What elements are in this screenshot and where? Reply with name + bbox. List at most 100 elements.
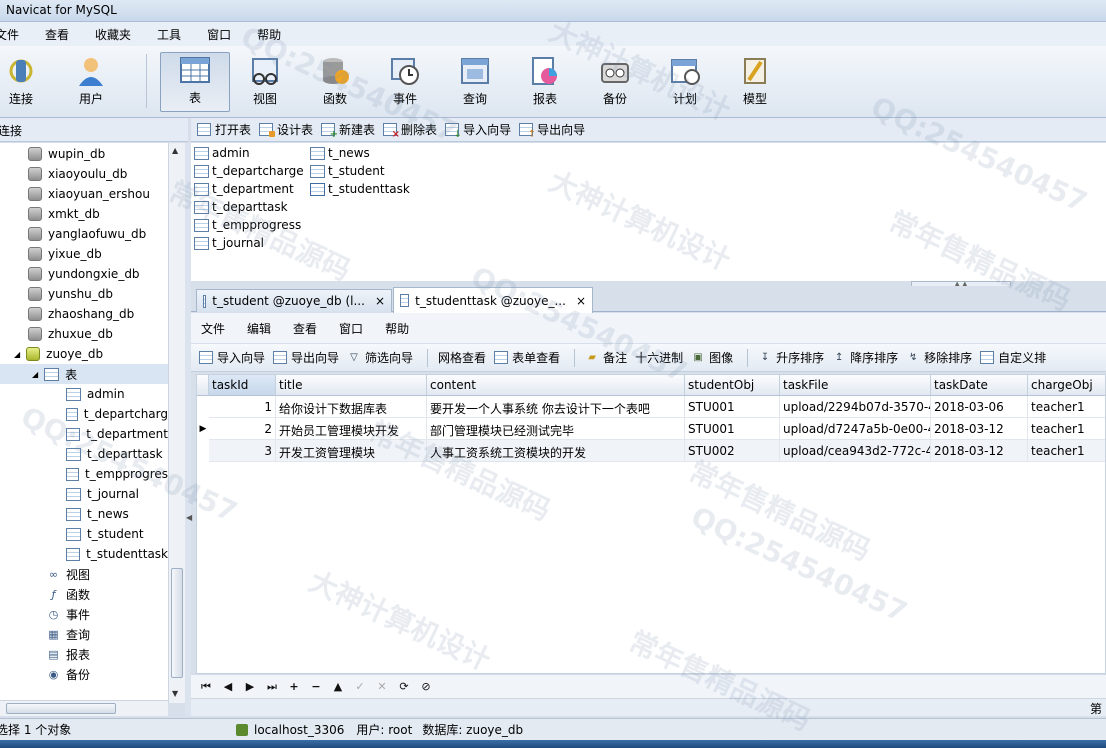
scroll-thumb[interactable] (6, 703, 116, 714)
row-selector[interactable] (197, 396, 209, 418)
tree-node-events[interactable]: ◷ 事件 (0, 604, 168, 624)
row-selector[interactable] (197, 440, 209, 462)
sort-ascending-button[interactable]: ↧ 升序排序 (758, 349, 824, 366)
cell-studentobj[interactable]: STU001 (685, 396, 780, 418)
edit-record-icon[interactable]: ▲ (327, 680, 349, 693)
cell-taskdate[interactable]: 2018-03-12 (931, 418, 1028, 440)
report-button[interactable]: 报表 (512, 54, 578, 112)
refresh-icon[interactable]: ⟳ (393, 680, 415, 693)
menu-favorites[interactable]: 收藏夹 (82, 26, 144, 43)
tree-db-xiaoyuan-ershou[interactable]: xiaoyuan_ershou (0, 184, 168, 204)
stop-icon[interactable]: ⊘ (415, 680, 437, 693)
editor-menu-file[interactable]: 文件 (201, 320, 225, 337)
scroll-thumb[interactable] (171, 568, 183, 678)
column-header-chargeobj[interactable]: chargeObj (1028, 375, 1105, 396)
cell-title[interactable]: 给你设计下数据库表 (276, 396, 427, 418)
discard-changes-icon[interactable]: ✕ (371, 680, 393, 693)
function-button[interactable]: 函数 (302, 54, 368, 112)
column-header-studentobj[interactable]: studentObj (685, 375, 780, 396)
cell-taskid[interactable]: 2 (209, 418, 276, 440)
cell-content[interactable]: 部门管理模块已经测试完毕 (427, 418, 685, 440)
menu-file[interactable]: 文件 (0, 26, 32, 43)
form-view-button[interactable]: 表单查看 (494, 349, 560, 366)
scroll-down-arrow-icon[interactable]: ▼ (172, 689, 178, 698)
delete-record-icon[interactable]: − (305, 680, 327, 693)
cell-chargeobj[interactable]: teacher1 (1028, 418, 1105, 440)
current-row-marker-icon[interactable]: ▶ (197, 418, 209, 440)
memo-button[interactable]: ▰ 备注 (585, 349, 627, 366)
grid-horizontal-scrollbar[interactable]: 第 (191, 698, 1106, 716)
tree-node-reports[interactable]: ▤ 报表 (0, 644, 168, 664)
view-button[interactable]: 视图 (232, 54, 298, 112)
new-table-button[interactable]: 新建表 (321, 121, 375, 140)
collapse-arrow-icon[interactable]: ◀ (186, 513, 192, 522)
connection-tree[interactable]: wupin_db xiaoyoulu_db xiaoyuan_ershou xm… (0, 143, 168, 703)
last-record-icon[interactable]: ⏭ (261, 680, 283, 694)
object-table-t-department[interactable]: t_department (194, 180, 294, 198)
tree-table-t-departcharge[interactable]: t_departcharg (0, 404, 168, 424)
tree-db-zuoye[interactable]: ◢ zuoye_db (0, 344, 168, 364)
open-table-button[interactable]: 打开表 (197, 121, 251, 138)
editor-menu-help[interactable]: 帮助 (385, 320, 409, 337)
tree-node-views[interactable]: ∞ 视图 (0, 564, 168, 584)
data-grid[interactable]: taskId title content studentObj taskFile… (196, 374, 1106, 674)
design-table-button[interactable]: 设计表 (259, 121, 313, 138)
cell-title[interactable]: 开始员工管理模块开发 (276, 418, 427, 440)
tree-table-t-department[interactable]: t_department (0, 424, 168, 444)
grid-view-button[interactable]: 网格查看 (387, 349, 486, 731)
object-table-admin[interactable]: admin (194, 144, 250, 162)
object-table-t-journal[interactable]: t_journal (194, 234, 264, 252)
object-table-t-studenttask[interactable]: t_studenttask (310, 180, 410, 198)
cell-taskdate[interactable]: 2018-03-12 (931, 440, 1028, 462)
column-header-taskfile[interactable]: taskFile (780, 375, 931, 396)
cell-taskid[interactable]: 1 (209, 396, 276, 418)
tree-db-yanglaofuwu[interactable]: yanglaofuwu_db (0, 224, 168, 244)
tree-db-zhuxue[interactable]: zhuxue_db (0, 324, 168, 344)
tree-node-queries[interactable]: ▦ 查询 (0, 624, 168, 644)
connect-button[interactable]: 连接 (0, 54, 54, 112)
column-header-taskid[interactable]: taskId (209, 375, 276, 396)
expand-arrow-icon[interactable]: ◢ (32, 370, 38, 379)
export-wizard-button[interactable]: 导出向导 (273, 349, 339, 366)
tree-table-t-empprogress[interactable]: t_empprogres (0, 464, 168, 484)
remove-sort-button[interactable]: ↯ 移除排序 (906, 349, 972, 366)
tree-table-t-student[interactable]: t_student (0, 524, 168, 544)
tree-db-yixue[interactable]: yixue_db (0, 244, 168, 264)
cell-studentobj[interactable]: STU002 (685, 440, 780, 462)
tree-table-t-news[interactable]: t_news (0, 504, 168, 524)
tree-db-xmkt[interactable]: xmkt_db (0, 204, 168, 224)
tree-node-tables[interactable]: ◢ 表 (0, 364, 168, 384)
import-wizard-button[interactable]: 导入向导 (199, 349, 265, 366)
tab-t-student[interactable]: t_student @zuoye_db (l... × (196, 289, 392, 312)
menu-tools[interactable]: 工具 (144, 26, 194, 43)
tree-table-t-journal[interactable]: t_journal (0, 484, 168, 504)
backup-button[interactable]: 备份 (582, 54, 648, 112)
tree-node-functions[interactable]: ƒ 函数 (0, 584, 168, 604)
tree-db-zhaoshang[interactable]: zhaoshang_db (0, 304, 168, 324)
cell-taskfile[interactable]: upload/cea943d2-772c-4 (780, 440, 931, 462)
table-button[interactable]: 表 (160, 52, 230, 112)
filter-wizard-button[interactable]: ▽ 筛选向导 (347, 349, 413, 366)
user-button[interactable]: 用户 (58, 54, 124, 112)
cell-taskfile[interactable]: upload/2294b07d-3570-4 (780, 396, 931, 418)
object-table-t-departtask[interactable]: t_departtask (194, 198, 288, 216)
tree-db-wupin[interactable]: wupin_db (0, 144, 168, 164)
cell-taskid[interactable]: 3 (209, 440, 276, 462)
sort-descending-button[interactable]: ↥ 降序排序 (832, 349, 898, 366)
tree-db-xiaoyoulu[interactable]: xiaoyoulu_db (0, 164, 168, 184)
object-table-t-departcharge[interactable]: t_departcharge (194, 162, 304, 180)
schedule-button[interactable]: 计划 (652, 54, 718, 112)
editor-menu-window[interactable]: 窗口 (339, 320, 363, 337)
previous-record-icon[interactable]: ◀ (217, 680, 239, 693)
menu-window[interactable]: 窗口 (194, 26, 244, 43)
tree-vertical-scrollbar[interactable]: ▲ ▼ (168, 143, 185, 703)
object-table-t-news[interactable]: t_news (310, 144, 370, 162)
cell-taskdate[interactable]: 2018-03-06 (931, 396, 1028, 418)
event-button[interactable]: 事件 (372, 54, 438, 112)
tree-table-admin[interactable]: admin (0, 384, 168, 404)
column-header-taskdate[interactable]: taskDate (931, 375, 1028, 396)
tree-node-backups[interactable]: ◉ 备份 (0, 664, 168, 684)
tree-horizontal-scrollbar[interactable] (0, 700, 168, 716)
query-button[interactable]: 查询 (442, 54, 508, 112)
editor-menu-edit[interactable]: 编辑 (247, 320, 271, 337)
